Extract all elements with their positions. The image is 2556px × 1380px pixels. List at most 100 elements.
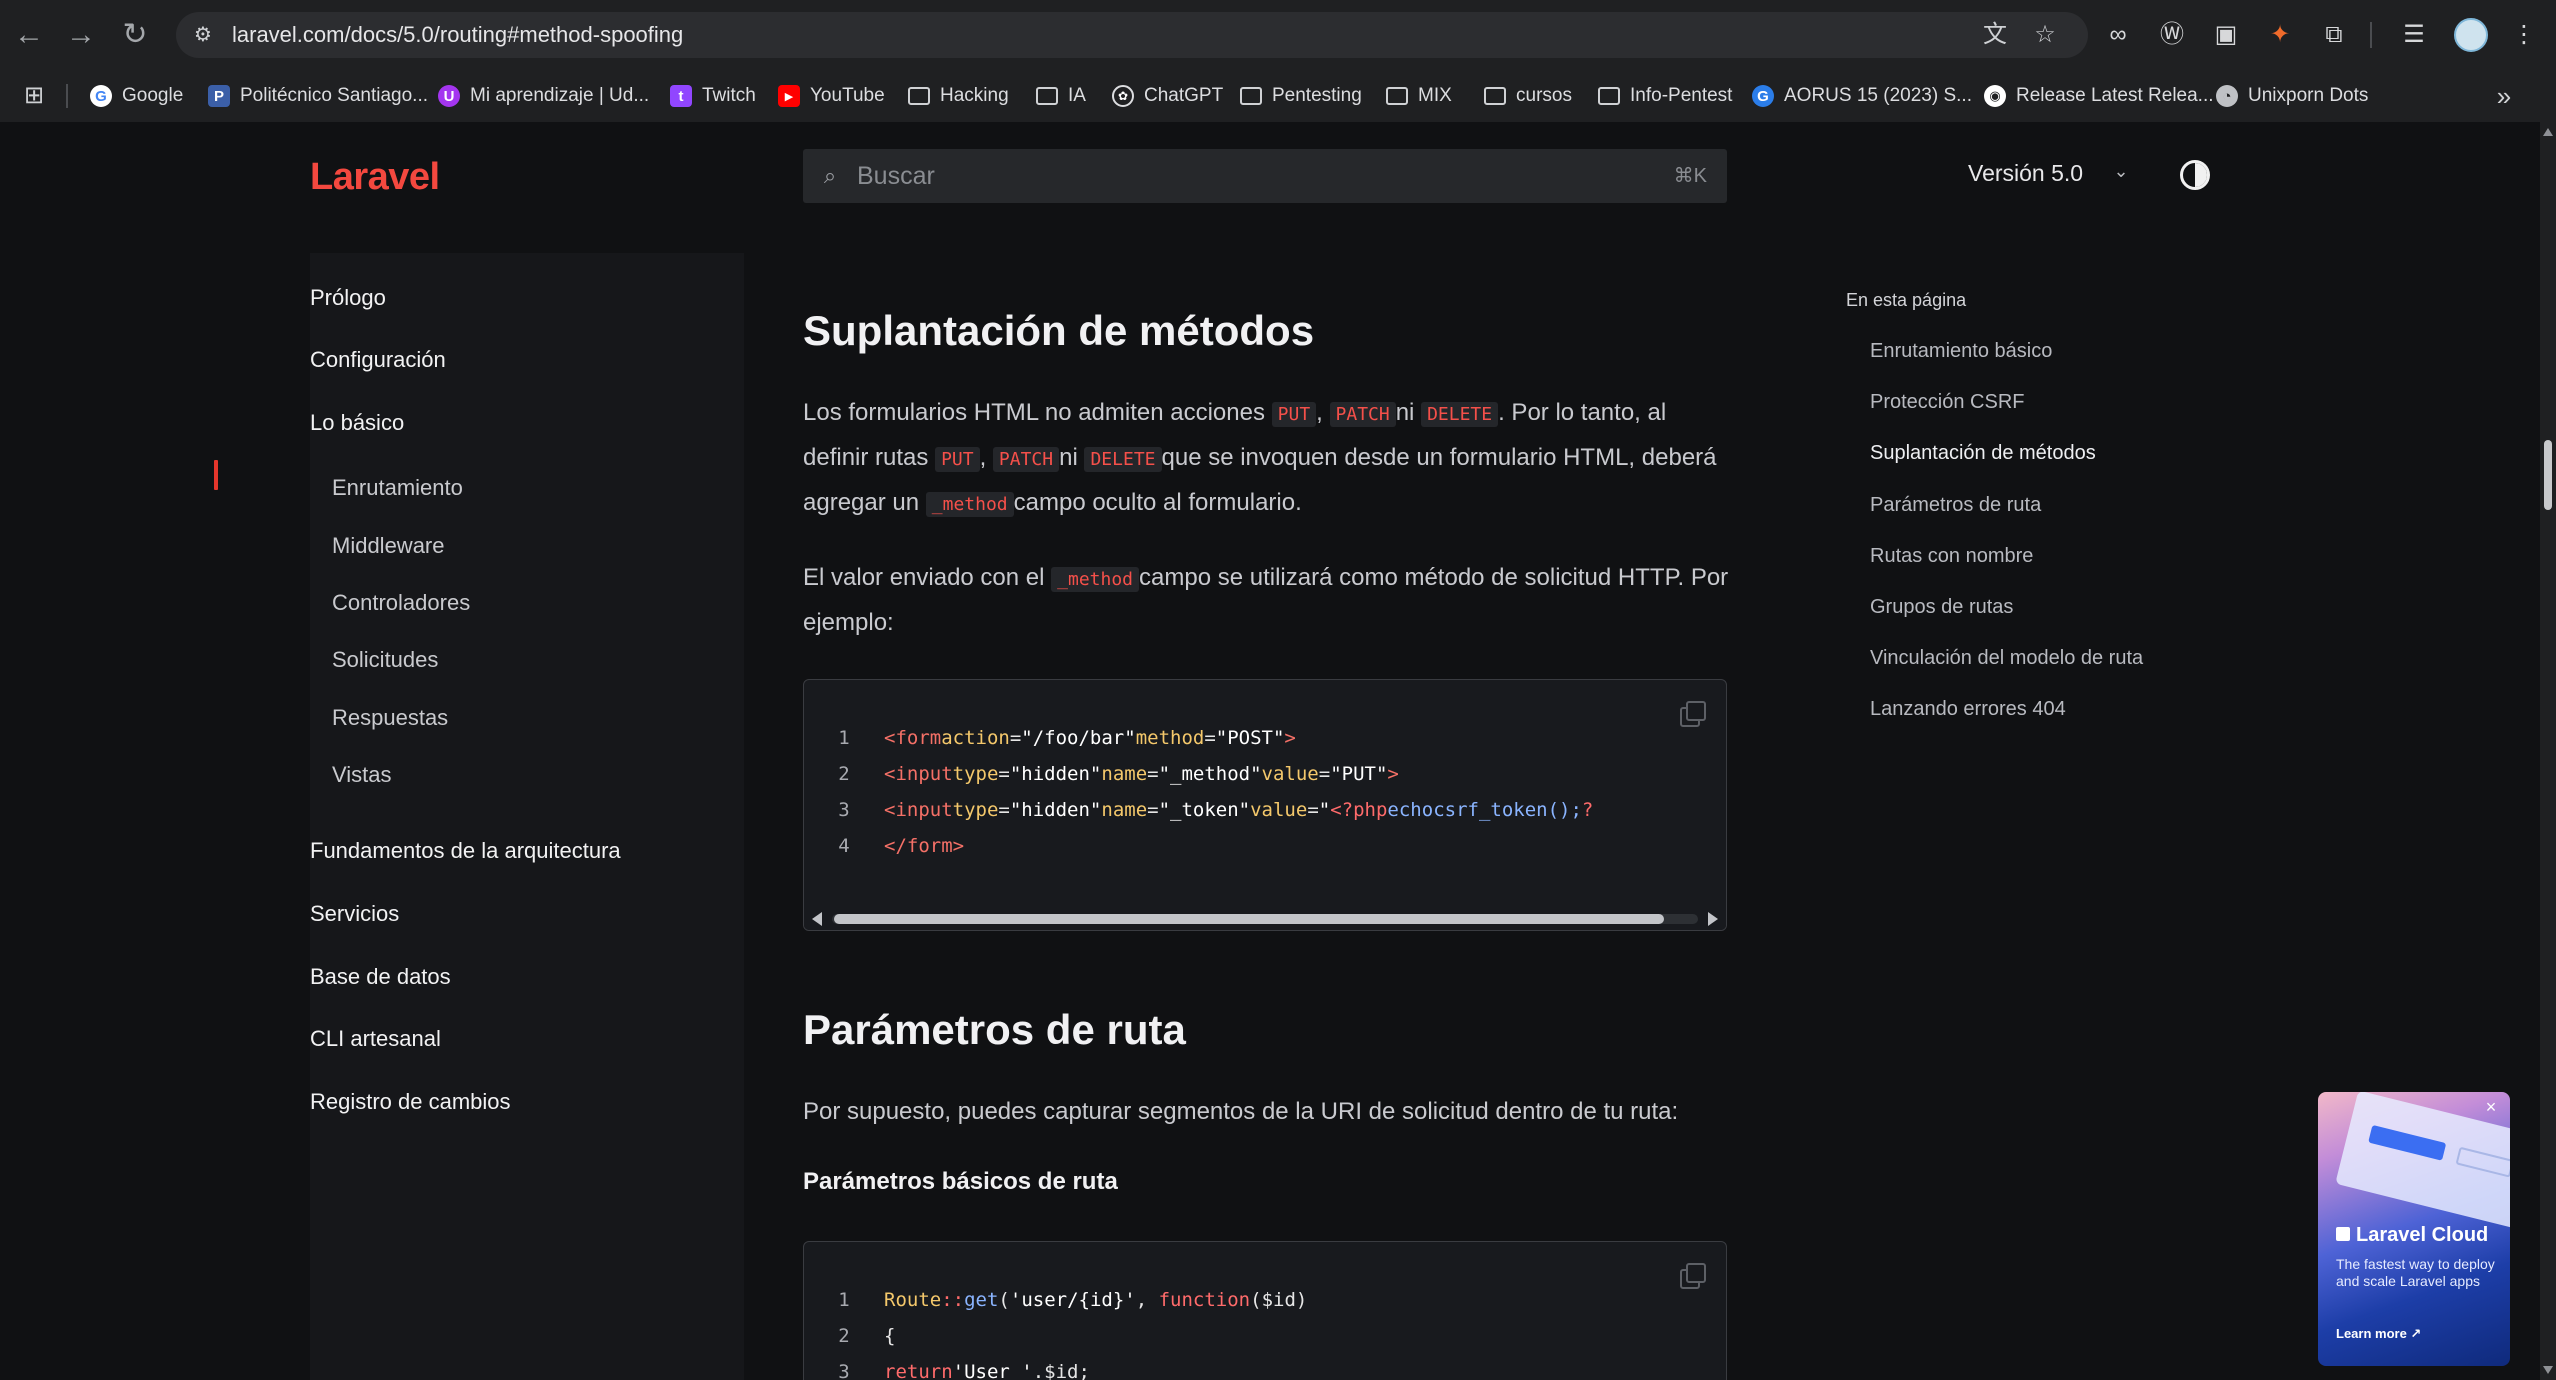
bookmark-chatgpt[interactable]: ✿ ChatGPT [1112, 80, 1223, 112]
bookmark-star-icon[interactable]: ☆ [2028, 18, 2062, 52]
sidebar-item-servicios[interactable]: Servicios [310, 901, 399, 927]
bookmark-unixporn[interactable]: ◔ Unixporn Dots [2216, 80, 2368, 112]
code-line: 2 <input type = "hidden" name = "_method" va… [804, 756, 1399, 792]
code-token: <input [884, 799, 953, 821]
close-icon[interactable]: × [2482, 1098, 2500, 1116]
bookmark-folder-hacking[interactable]: Hacking [908, 80, 1009, 112]
sidebar-item-prologo[interactable]: Prólogo [310, 285, 386, 311]
browser-chrome: ← → ↻ ⚙ laravel.com/docs/5.0/routing#met… [0, 0, 2556, 122]
code-token: "PUT" [1330, 763, 1388, 785]
reload-icon[interactable]: ↻ [116, 16, 154, 54]
bookmark-label: IA [1068, 85, 1086, 106]
sidebar-item-cli-artesanal[interactable]: CLI artesanal [310, 1026, 441, 1052]
version-selector[interactable]: Versión 5.0 [1968, 160, 2083, 187]
section-title-method-spoofing: Suplantación de métodos [803, 307, 1315, 354]
line-number: 3 [838, 799, 850, 821]
url-text[interactable]: laravel.com/docs/5.0/routing#method-spoo… [232, 12, 683, 58]
line-number: 4 [838, 835, 850, 857]
laravel-cloud-promo[interactable]: × Laravel Cloud The fastest way to deplo… [2318, 1092, 2510, 1366]
search-input[interactable]: ⌕ Buscar ⌘K [803, 149, 1727, 203]
copy-icon[interactable] [1678, 700, 1706, 727]
toc-item-errores-404[interactable]: Lanzando errores 404 [1870, 698, 2066, 721]
bookmark-label: YouTube [810, 85, 885, 106]
code-token: { [884, 1325, 896, 1347]
sidebar-item-registro-de-cambios[interactable]: Registro de cambios [310, 1089, 511, 1115]
bookmark-github-release[interactable]: ◉ Release Latest Relea... [1984, 80, 2214, 112]
bookmark-label: ChatGPT [1144, 85, 1224, 106]
scroll-left-icon[interactable] [812, 912, 822, 926]
sidebar-item-respuestas[interactable]: Respuestas [332, 705, 448, 731]
code-token: " [1318, 799, 1331, 821]
apps-grid-icon[interactable]: ⊞ [20, 82, 48, 110]
learn-more-link[interactable]: Learn more ↗ [2336, 1326, 2421, 1342]
extension-icon[interactable]: Ⓦ [2154, 17, 2190, 53]
bookmark-aorus[interactable]: G AORUS 15 (2023) S... [1752, 80, 1972, 112]
code-token: .$id; [1032, 1361, 1090, 1380]
bookmark-folder-cursos[interactable]: cursos [1484, 80, 1572, 112]
extension-icon[interactable]: ∞ [2100, 17, 2136, 53]
page-scrollbar[interactable] [2540, 122, 2556, 1380]
code-token: :: [941, 1289, 965, 1311]
scroll-right-icon[interactable] [1708, 912, 1718, 926]
theme-toggle-icon[interactable] [2180, 160, 2210, 190]
chevron-down-icon[interactable]: ⌄ [2108, 158, 2134, 184]
toc-item-grupos-de-rutas[interactable]: Grupos de rutas [1870, 596, 2013, 619]
sidebar-item-base-de-datos[interactable]: Base de datos [310, 964, 451, 990]
reading-list-icon[interactable]: ☰ [2396, 17, 2432, 53]
bookmark-youtube[interactable]: ▶ YouTube [778, 80, 885, 112]
back-icon[interactable]: ← [10, 16, 48, 54]
toc-item-enrutamiento-basico[interactable]: Enrutamiento básico [1870, 340, 2052, 363]
page-scrollbar-thumb[interactable] [2544, 440, 2552, 510]
sidebar-item-vistas[interactable]: Vistas [332, 762, 392, 788]
bookmark-google[interactable]: G Google [90, 80, 183, 112]
copy-icon[interactable] [1678, 1262, 1706, 1289]
paragraph-method-value: El valor enviado con el _method campo se … [803, 556, 1731, 644]
inline-code: PATCH [1329, 402, 1396, 427]
bookmark-folder-mix[interactable]: MIX [1386, 80, 1452, 112]
code-token: "hidden" [1009, 799, 1102, 821]
site-info-icon[interactable]: ⚙ [190, 22, 216, 48]
more-bookmarks-icon[interactable]: » [2490, 82, 2518, 110]
bookmark-folder-pentesting[interactable]: Pentesting [1240, 80, 1362, 112]
profile-avatar[interactable] [2454, 18, 2488, 52]
code-token: echo [1387, 799, 1434, 821]
text: Los formularios HTML no admiten acciones [803, 399, 1272, 426]
toc-item-rutas-con-nombre[interactable]: Rutas con nombre [1870, 545, 2033, 568]
sidebar-item-configuracion[interactable]: Configuración [310, 347, 446, 373]
puzzle-icon[interactable]: ⧉ [2316, 17, 2352, 53]
sidebar-item-controladores[interactable]: Controladores [332, 590, 470, 616]
toc-item-vinculacion-modelo[interactable]: Vinculación del modelo de ruta [1870, 647, 2143, 670]
toc-item-suplantacion-de-metodos[interactable]: Suplantación de métodos [1870, 442, 2096, 465]
bookmark-folder-info-pentest[interactable]: Info-Pentest [1598, 80, 1732, 112]
scroll-up-icon[interactable] [2543, 128, 2553, 136]
toc-item-parametros-de-ruta[interactable]: Parámetros de ruta [1870, 494, 2041, 517]
sidebar-item-lo-basico[interactable]: Lo básico [310, 410, 404, 436]
extension-icon[interactable]: ▣ [2208, 17, 2244, 53]
inline-code: PUT [1271, 402, 1317, 427]
toc-item-proteccion-csrf[interactable]: Protección CSRF [1870, 391, 2025, 414]
scrollbar-thumb[interactable] [834, 914, 1664, 924]
forward-icon[interactable]: → [62, 16, 100, 54]
sidebar-item-fundamentos[interactable]: Fundamentos de la arquitectura [310, 838, 621, 864]
inline-code: DELETE [1084, 447, 1162, 472]
sidebar-item-enrutamiento[interactable]: Enrutamiento [332, 475, 463, 501]
translate-icon[interactable]: 文 [1978, 18, 2012, 52]
code-token: > [1284, 727, 1296, 749]
code-token: type [952, 799, 999, 821]
code-token: value [1261, 763, 1319, 785]
bookmark-udemy[interactable]: U Mi aprendizaje | Ud... [438, 80, 649, 112]
sidebar-item-solicitudes[interactable]: Solicitudes [332, 647, 438, 673]
extension-icon[interactable]: ✦ [2262, 17, 2298, 53]
bookmark-folder-ia[interactable]: IA [1036, 80, 1086, 112]
bookmark-twitch[interactable]: t Twitch [670, 80, 756, 112]
sidebar-item-middleware[interactable]: Middleware [332, 533, 445, 559]
code-line: 2{ [804, 1318, 895, 1354]
code-horizontal-scrollbar[interactable] [804, 908, 1726, 930]
address-bar[interactable]: ⚙ laravel.com/docs/5.0/routing#method-sp… [176, 12, 2088, 58]
laravel-logo[interactable]: Laravel [310, 156, 440, 199]
code-line: 3 <input type = "hidden" name = "_token" val… [804, 792, 1593, 828]
bookmark-politecnico[interactable]: P Politécnico Santiago... [208, 80, 428, 112]
menu-icon[interactable]: ⋮ [2506, 17, 2542, 53]
scroll-down-icon[interactable] [2543, 1366, 2553, 1374]
folder-icon [908, 87, 930, 105]
